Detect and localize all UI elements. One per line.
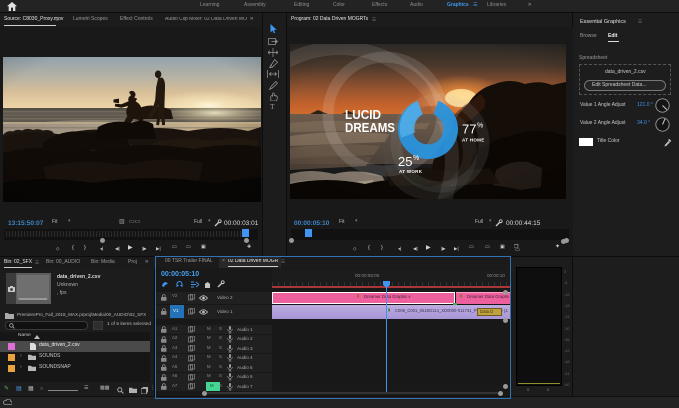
- svg-text:%: %: [413, 155, 419, 162]
- svg-text:AT HOME: AT HOME: [462, 138, 485, 143]
- svg-text:AT WORK: AT WORK: [399, 169, 423, 174]
- svg-text:DREAMS: DREAMS: [345, 120, 395, 135]
- svg-text:%: %: [477, 123, 483, 130]
- svg-text:77: 77: [462, 122, 476, 137]
- svg-text:25: 25: [398, 154, 412, 169]
